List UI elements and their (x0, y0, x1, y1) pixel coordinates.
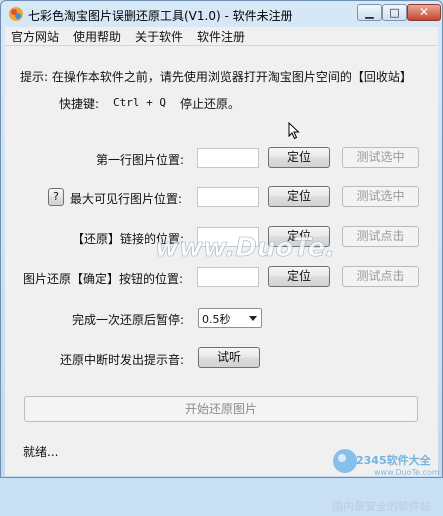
window-title: 七彩色淘宝图片误删还原工具(V1.0) - 软件未注册 (28, 9, 293, 23)
mouse-cursor-icon (288, 122, 300, 140)
first-row-image-label: 第一行图片位置: (96, 153, 185, 167)
client-area: 提示: 在操作本软件之前，请先使用浏览器打开淘宝图片空间的【回收站】 快捷键: … (5, 45, 440, 513)
close-button[interactable]: ✕ (407, 4, 441, 21)
maximize-icon: □ (389, 6, 400, 19)
2345-watermark: 2345软件大全 www.DuoTe.com 国内最安全的软件站 (330, 446, 443, 516)
shortcut-keys: Ctrl + Q (113, 96, 166, 109)
status-text: 就绪... (23, 445, 59, 459)
duote-watermark-text: www.DuoTe.com (155, 233, 335, 263)
menu-help[interactable]: 使用帮助 (73, 28, 121, 45)
close-icon: ✕ (418, 5, 430, 19)
max-visible-row-field[interactable] (197, 187, 259, 207)
shortcut-label: 快捷键: (59, 97, 100, 111)
main-window: 七彩色淘宝图片误删还原工具(V1.0) - 软件未注册 ▁ □ ✕ 官方网站 使… (0, 0, 443, 513)
first-row-image-field[interactable] (197, 148, 259, 168)
shortcut-action: 停止还原。 (180, 97, 241, 111)
test-click-confirm-button-button[interactable]: 测试点击 (342, 266, 419, 287)
test-click-restore-link-button[interactable]: 测试点击 (342, 226, 419, 247)
locate-first-row-button[interactable]: 定位 (268, 147, 330, 168)
2345-brand-text: 2345软件大全 (356, 454, 431, 467)
minimize-button[interactable]: ▁ (357, 4, 382, 21)
help-button[interactable]: ? (48, 188, 64, 206)
confirm-button-position-label: 图片还原【确定】按钮的位置: (23, 272, 184, 286)
test-select-max-visible-row-button[interactable]: 测试选中 (342, 186, 419, 207)
pause-duration-value: 0.5秒 (202, 313, 231, 326)
maximize-button[interactable]: □ (382, 4, 407, 21)
confirm-button-position-field[interactable] (197, 267, 259, 287)
2345-slogan-text: 国内最安全的软件站 (332, 500, 431, 513)
menu-register[interactable]: 软件注册 (197, 28, 245, 45)
sound-label: 还原中断时发出提示音: (60, 353, 185, 367)
duote-watermark: www.DuoTe.com (155, 233, 335, 264)
locate-confirm-button-button[interactable]: 定位 (268, 266, 330, 287)
pause-duration-select[interactable]: 0.5秒 (198, 308, 262, 328)
pause-label: 完成一次还原后暂停: (72, 313, 185, 327)
menu-official-site[interactable]: 官方网站 (11, 28, 59, 45)
preview-sound-button[interactable]: 试听 (198, 347, 260, 368)
app-logo-icon (9, 7, 23, 21)
menu-bar: 官方网站 使用帮助 关于软件 软件注册 (5, 27, 438, 45)
test-select-first-row-button[interactable]: 测试选中 (342, 147, 419, 168)
chevron-down-icon (249, 316, 257, 321)
title-bar[interactable]: 七彩色淘宝图片误删还原工具(V1.0) - 软件未注册 ▁ □ ✕ (2, 2, 441, 26)
minimize-icon: ▁ (365, 6, 374, 19)
menu-about[interactable]: 关于软件 (135, 28, 183, 45)
max-visible-row-label: 最大可见行图片位置: (70, 192, 183, 206)
tip-text: 提示: 在操作本软件之前，请先使用浏览器打开淘宝图片空间的【回收站】 (20, 70, 412, 84)
locate-max-visible-row-button[interactable]: 定位 (268, 186, 330, 207)
start-restore-button[interactable]: 开始还原图片 (24, 396, 418, 422)
2345-url-text: www.DuoTe.com (374, 468, 440, 477)
